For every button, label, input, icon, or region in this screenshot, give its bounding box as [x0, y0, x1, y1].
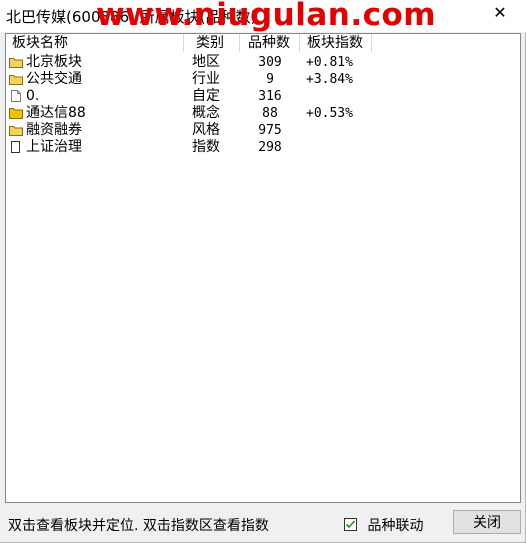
table-row[interactable]: 融资融券 风格 975 [6, 122, 520, 139]
dialog-footer: 双击查看板块并定位. 双击指数区查看指数 品种联动 关闭 [0, 505, 526, 543]
close-icon[interactable]: ✕ [490, 3, 510, 23]
row-type: 行业 [192, 71, 220, 87]
row-name: 通达信88 [26, 105, 86, 121]
list-rows: 北京板块 地区 309 +0.81% 公共交通 行业 9 +3.84% 0. 自… [6, 54, 520, 156]
row-index[interactable]: +0.81% [306, 54, 353, 71]
folder-icon [9, 56, 23, 68]
row-count: 298 [258, 140, 282, 155]
row-type: 指数 [192, 139, 220, 155]
checkmark-icon [345, 520, 356, 529]
title-bar: 北巴传媒(600386) 所属板块(品种数) www.niugulan.com … [0, 0, 526, 33]
row-index[interactable]: +0.53% [306, 105, 353, 122]
row-count: 975 [258, 123, 282, 138]
row-count: 316 [258, 89, 282, 104]
row-name: 公共交通 [26, 71, 82, 87]
page-icon [9, 141, 23, 153]
row-count: 88 [262, 106, 278, 121]
row-type: 自定 [192, 88, 220, 104]
document-icon [9, 90, 23, 102]
table-row[interactable]: 0. 自定 316 [6, 88, 520, 105]
column-header-name[interactable]: 板块名称 [6, 34, 184, 52]
folder-icon [9, 73, 23, 85]
list-header: 板块名称 类别 品种数 板块指数 [6, 34, 520, 52]
checkbox-box[interactable] [344, 518, 357, 531]
column-header-count[interactable]: 品种数 [240, 34, 300, 52]
dialog-window: 北巴传媒(600386) 所属板块(品种数) www.niugulan.com … [0, 0, 526, 543]
folder-yellow-icon [9, 107, 23, 119]
row-type: 风格 [192, 122, 220, 138]
row-name: 北京板块 [26, 54, 82, 70]
hint-text: 双击查看板块并定位. 双击指数区查看指数 [8, 518, 269, 534]
row-name: 上证治理 [26, 139, 82, 155]
table-row[interactable]: 公共交通 行业 9 +3.84% [6, 71, 520, 88]
sector-list[interactable]: 板块名称 类别 品种数 板块指数 北京板块 地区 309 +0.81% 公共交通… [5, 33, 521, 503]
table-row[interactable]: 上证治理 指数 298 [6, 139, 520, 156]
row-count: 9 [266, 72, 274, 87]
column-header-index[interactable]: 板块指数 [300, 34, 372, 52]
row-name: 融资融券 [26, 122, 82, 138]
linkage-checkbox[interactable]: 品种联动 [344, 515, 424, 534]
column-header-type[interactable]: 类别 [184, 34, 240, 52]
table-row[interactable]: 北京板块 地区 309 +0.81% [6, 54, 520, 71]
row-type: 地区 [192, 54, 220, 70]
row-count: 309 [258, 55, 282, 70]
watermark-text: www.niugulan.com [96, 0, 437, 33]
row-type: 概念 [192, 105, 220, 121]
folder-icon [9, 124, 23, 136]
close-button[interactable]: 关闭 [453, 510, 521, 534]
checkbox-label: 品种联动 [367, 518, 424, 534]
row-name: 0. [26, 88, 40, 104]
table-row[interactable]: 通达信88 概念 88 +0.53% [6, 105, 520, 122]
row-index[interactable]: +3.84% [306, 71, 353, 88]
